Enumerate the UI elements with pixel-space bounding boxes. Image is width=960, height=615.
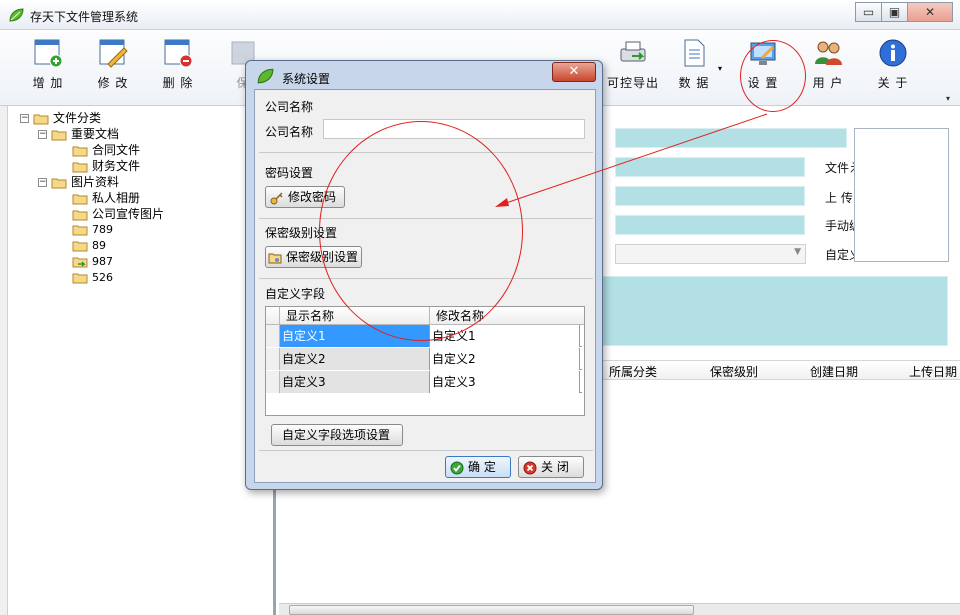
annotation-arrow [495,113,768,207]
